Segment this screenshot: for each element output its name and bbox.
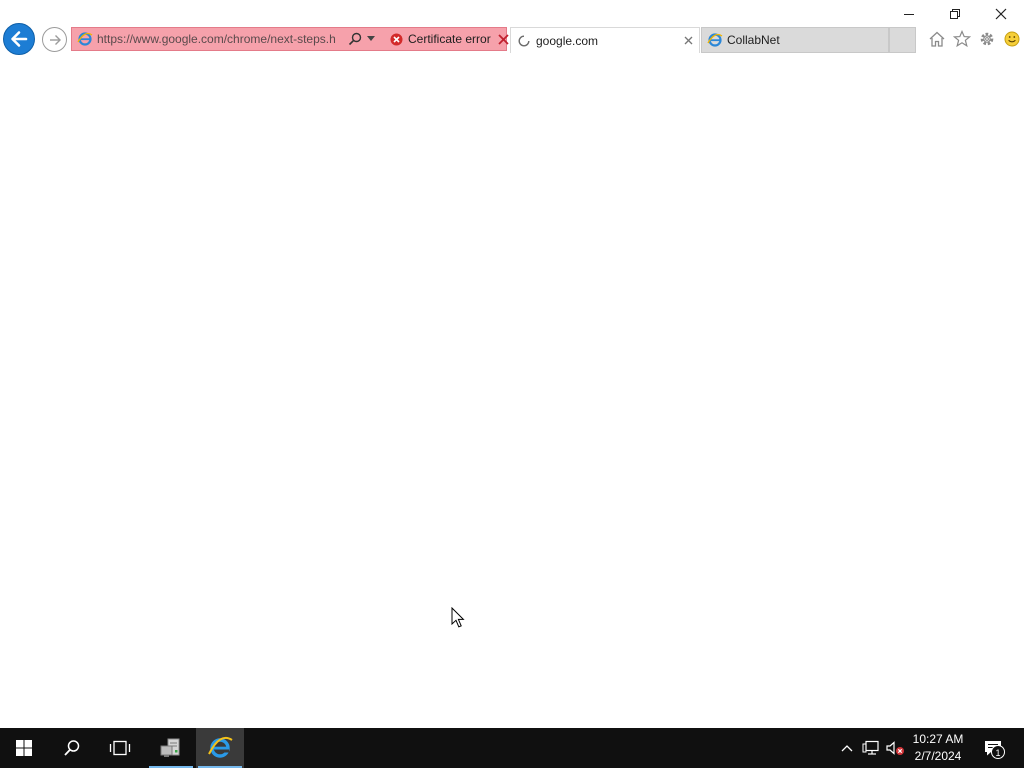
volume-muted-icon bbox=[886, 741, 904, 755]
address-dropdown-button[interactable] bbox=[365, 31, 377, 47]
minimize-icon bbox=[904, 14, 914, 15]
address-bar[interactable]: https://www.google.com/chrome/next-steps… bbox=[71, 27, 509, 51]
back-button[interactable] bbox=[3, 23, 35, 55]
certificate-error-label[interactable]: Certificate error bbox=[408, 32, 491, 46]
close-icon bbox=[995, 8, 1007, 20]
windows-logo-icon bbox=[16, 740, 32, 756]
taskbar-search-button[interactable] bbox=[48, 728, 96, 768]
taskbar-clock[interactable]: 10:27 AM 2/7/2024 bbox=[905, 731, 971, 765]
ie-page-icon bbox=[707, 33, 723, 47]
feedback-button[interactable] bbox=[999, 27, 1024, 51]
search-icon bbox=[64, 740, 80, 756]
taskbar-server-manager[interactable] bbox=[147, 728, 195, 768]
favorites-button[interactable] bbox=[949, 27, 974, 51]
home-icon bbox=[929, 31, 944, 47]
show-hidden-icons-button[interactable] bbox=[838, 728, 856, 768]
clock-time: 10:27 AM bbox=[912, 732, 964, 746]
new-tab-button[interactable] bbox=[889, 27, 916, 53]
forward-button[interactable] bbox=[42, 27, 67, 52]
home-button[interactable] bbox=[924, 27, 949, 51]
taskbar-internet-explorer[interactable] bbox=[196, 728, 244, 768]
server-manager-icon bbox=[160, 738, 180, 757]
tools-button[interactable] bbox=[974, 27, 999, 51]
mouse-cursor-icon bbox=[451, 607, 465, 628]
task-view-button[interactable] bbox=[96, 728, 144, 768]
network-icon bbox=[862, 740, 879, 755]
page-content[interactable] bbox=[0, 56, 1024, 728]
chevron-down-icon bbox=[367, 36, 375, 41]
volume-tray-button[interactable] bbox=[884, 728, 906, 768]
close-icon bbox=[498, 33, 509, 45]
back-arrow-icon bbox=[11, 31, 28, 47]
chevron-up-icon bbox=[841, 745, 853, 752]
internet-explorer-icon bbox=[208, 736, 233, 758]
tab-google[interactable]: google.com bbox=[510, 27, 700, 53]
address-stop-button[interactable] bbox=[497, 32, 511, 46]
task-view-icon bbox=[109, 740, 131, 756]
tab-label: google.com bbox=[536, 33, 599, 48]
restore-icon bbox=[950, 9, 960, 19]
clock-date: 2/7/2024 bbox=[914, 749, 962, 763]
start-button[interactable] bbox=[0, 728, 48, 768]
tab-collabnet[interactable]: CollabNet bbox=[701, 27, 889, 53]
gear-icon bbox=[980, 32, 993, 46]
network-tray-button[interactable] bbox=[860, 728, 882, 768]
tab-close-button[interactable] bbox=[681, 34, 695, 48]
close-icon bbox=[684, 36, 692, 45]
forward-arrow-icon bbox=[49, 34, 61, 45]
tab-label: CollabNet bbox=[727, 33, 780, 47]
address-search-button[interactable] bbox=[347, 31, 363, 47]
loading-spinner-icon bbox=[518, 35, 530, 46]
ie-page-icon bbox=[77, 32, 93, 46]
smiley-feedback-icon bbox=[1004, 31, 1019, 47]
taskbar: 10:27 AM 2/7/2024 bbox=[0, 728, 1024, 768]
navigation-bar: https://www.google.com/chrome/next-steps… bbox=[0, 22, 1024, 56]
address-url[interactable]: https://www.google.com/chrome/next-steps… bbox=[97, 32, 343, 46]
favorites-star-icon bbox=[952, 30, 971, 48]
search-icon bbox=[348, 32, 362, 46]
notification-count-badge: 1 bbox=[991, 745, 1005, 759]
error-icon[interactable] bbox=[390, 33, 403, 46]
command-icons bbox=[924, 27, 1024, 51]
